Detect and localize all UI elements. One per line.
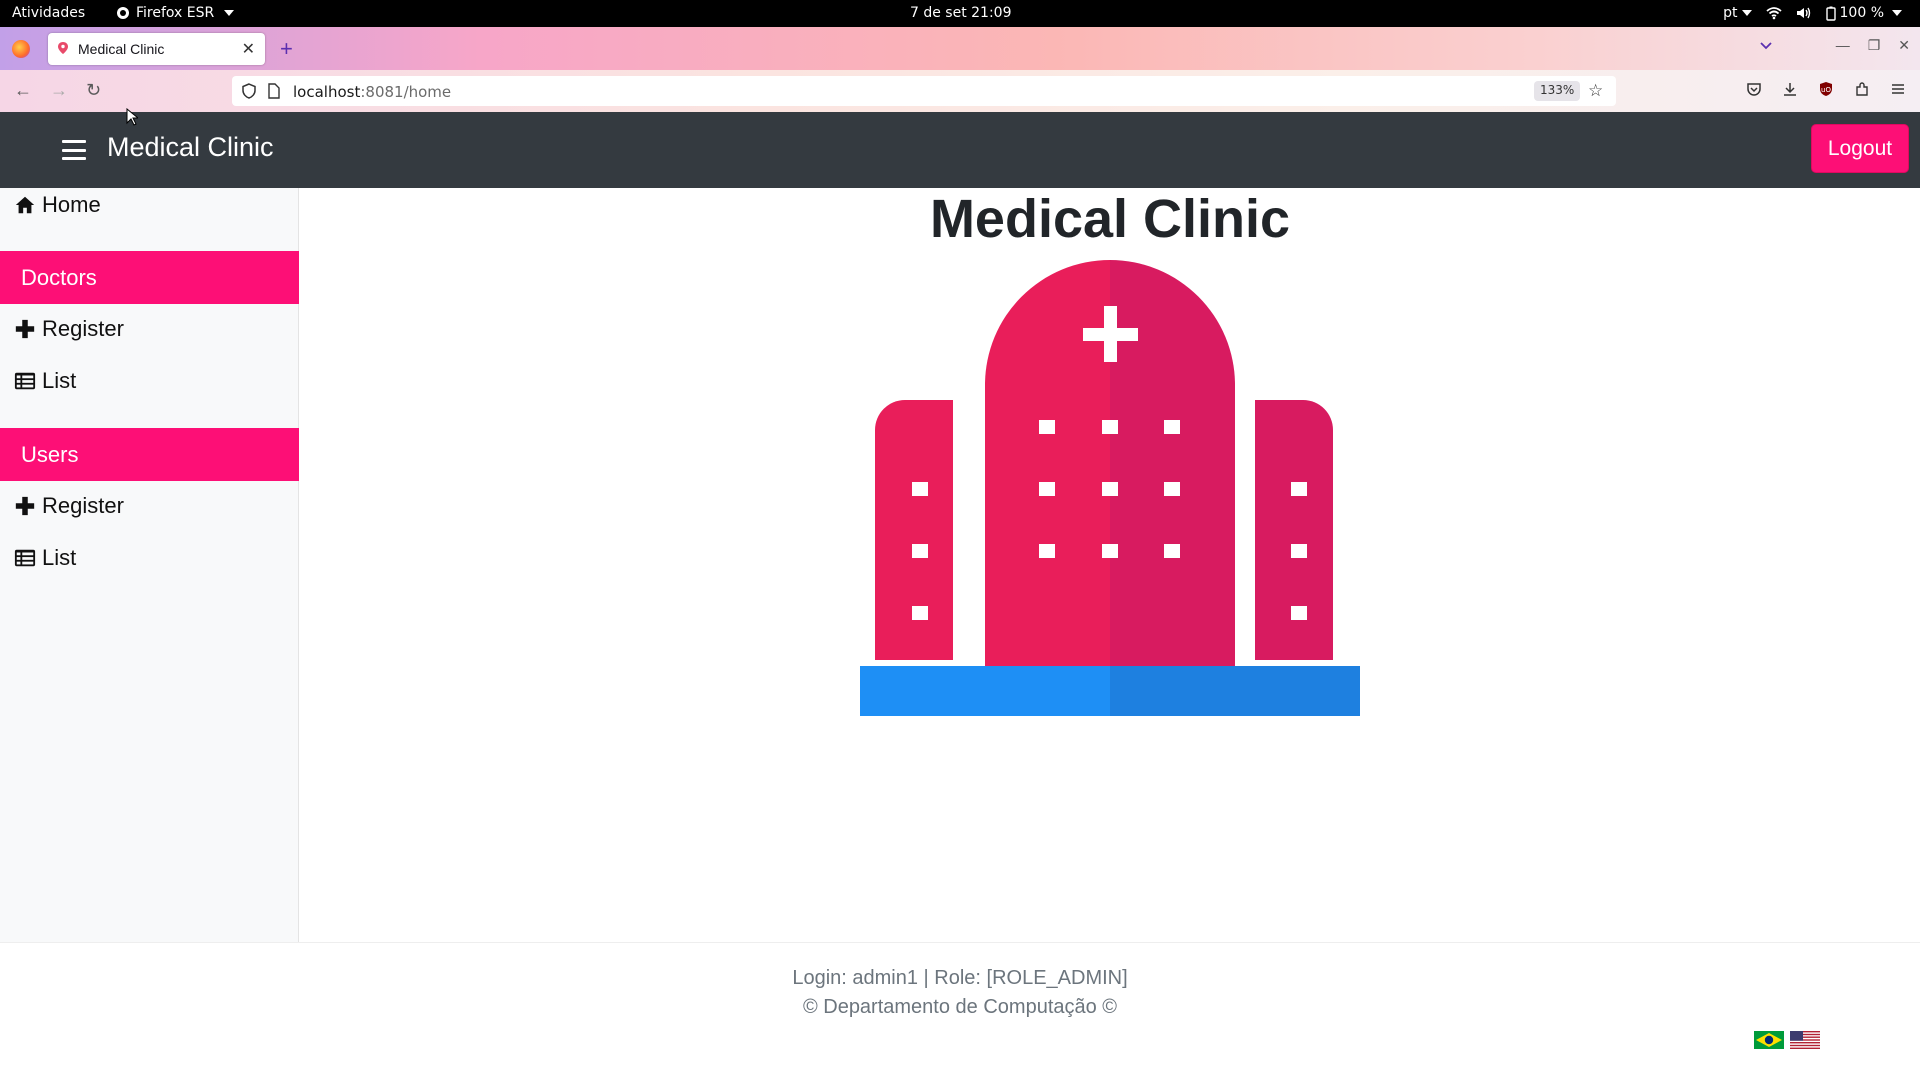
activities-button[interactable]: Atividades: [12, 5, 85, 21]
shield-icon[interactable]: [242, 83, 256, 99]
sidebar-section-users: Users: [0, 428, 299, 481]
plus-icon: [15, 319, 35, 339]
sidebar-item-label: List: [42, 545, 77, 570]
clock[interactable]: 7 de set 21:09: [910, 5, 1012, 21]
url-bar[interactable]: localhost:8081/home 133% ☆: [232, 76, 1616, 106]
sidebar-item-users-list[interactable]: List: [14, 545, 76, 571]
close-window-icon[interactable]: ✕: [1898, 37, 1910, 54]
forward-arrow-icon[interactable]: →: [50, 80, 68, 101]
restore-icon[interactable]: ❐: [1868, 37, 1881, 54]
usa-flag-icon[interactable]: [1790, 1031, 1820, 1049]
extensions-icon[interactable]: [1854, 81, 1870, 97]
minimize-icon[interactable]: —: [1836, 37, 1850, 54]
sidebar-item-home[interactable]: Home: [14, 192, 101, 218]
browser-tab-strip: Medical Clinic ✕ + — ❐ ✕: [0, 27, 1920, 70]
mouse-cursor-icon: [126, 108, 138, 126]
bookmark-star-icon[interactable]: ☆: [1588, 81, 1603, 101]
app-navbar: Medical Clinic Logout: [0, 112, 1920, 188]
volume-icon: [1796, 7, 1810, 19]
sidebar-section-doctors: Doctors: [0, 251, 299, 304]
firefox-icon: [117, 7, 129, 19]
system-top-bar: Atividades Firefox ESR 7 de set 21:09 pt…: [0, 0, 1920, 27]
sidebar-item-label: List: [42, 368, 77, 393]
page-info-icon[interactable]: [268, 83, 280, 99]
sidebar-item-doctors-register[interactable]: Register: [14, 316, 124, 342]
reload-icon[interactable]: ↻: [86, 80, 101, 101]
toolbar-icons: uO: [1746, 81, 1906, 97]
caret-down-icon: [1741, 10, 1752, 16]
hamburger-menu-icon[interactable]: [62, 140, 86, 160]
sidebar-item-doctors-list[interactable]: List: [14, 368, 76, 394]
sidebar-item-label: Register: [42, 316, 124, 341]
sidebar: Home Doctors Register List Users Registe…: [0, 188, 299, 942]
logout-button[interactable]: Logout: [1811, 124, 1909, 173]
app-menu-label: Firefox ESR: [136, 5, 215, 21]
menu-icon[interactable]: [1890, 81, 1906, 97]
url-text: localhost:8081/home: [293, 83, 452, 101]
sidebar-item-label: Home: [42, 192, 101, 217]
firefox-menu-icon[interactable]: [12, 40, 30, 58]
brazil-flag-icon[interactable]: [1754, 1031, 1784, 1049]
window-controls: — ❐ ✕: [1836, 37, 1910, 54]
zoom-indicator[interactable]: 133%: [1534, 81, 1581, 101]
login-info: Login: admin1 | Role: [ROLE_ADMIN]: [792, 967, 1128, 989]
language-indicator[interactable]: pt: [1723, 5, 1752, 21]
location-pin-icon: [58, 42, 68, 54]
chevron-down-icon[interactable]: [1758, 37, 1774, 53]
caret-down-icon: [1892, 10, 1902, 16]
home-icon: [15, 196, 35, 214]
list-icon: [14, 549, 36, 567]
close-tab-icon[interactable]: ✕: [242, 39, 255, 59]
page-footer: Login: admin1 | Role: [ROLE_ADMIN] © Dep…: [0, 942, 1920, 1080]
app-brand[interactable]: Medical Clinic: [107, 132, 274, 163]
ublock-shield-icon[interactable]: uO: [1818, 81, 1834, 97]
system-tray[interactable]: pt 100 %: [1723, 5, 1902, 21]
tab-title: Medical Clinic: [78, 41, 165, 57]
battery-indicator: 100 %: [1825, 5, 1902, 21]
browser-toolbar: ← → ↻ localhost:8081/home 133% ☆ uO: [0, 70, 1920, 112]
hospital-illustration: [860, 260, 1360, 716]
sidebar-item-label: Register: [42, 493, 124, 518]
list-icon: [14, 372, 36, 390]
back-arrow-icon[interactable]: ←: [14, 80, 32, 101]
language-flags: [1754, 1031, 1820, 1049]
battery-icon: [1825, 6, 1836, 21]
caret-down-icon: [224, 10, 235, 16]
download-icon[interactable]: [1782, 81, 1798, 97]
page-title: Medical Clinic: [929, 189, 1291, 249]
browser-tab[interactable]: Medical Clinic ✕: [48, 33, 265, 65]
wifi-icon: [1765, 7, 1782, 20]
plus-icon: [15, 496, 35, 516]
svg-text:uO: uO: [1821, 86, 1831, 94]
app-menu[interactable]: Firefox ESR: [116, 5, 235, 21]
sidebar-item-users-register[interactable]: Register: [14, 493, 124, 519]
pocket-icon[interactable]: [1746, 81, 1762, 97]
new-tab-icon[interactable]: +: [280, 36, 293, 62]
copyright-text: © Departamento de Computação ©: [802, 996, 1118, 1018]
